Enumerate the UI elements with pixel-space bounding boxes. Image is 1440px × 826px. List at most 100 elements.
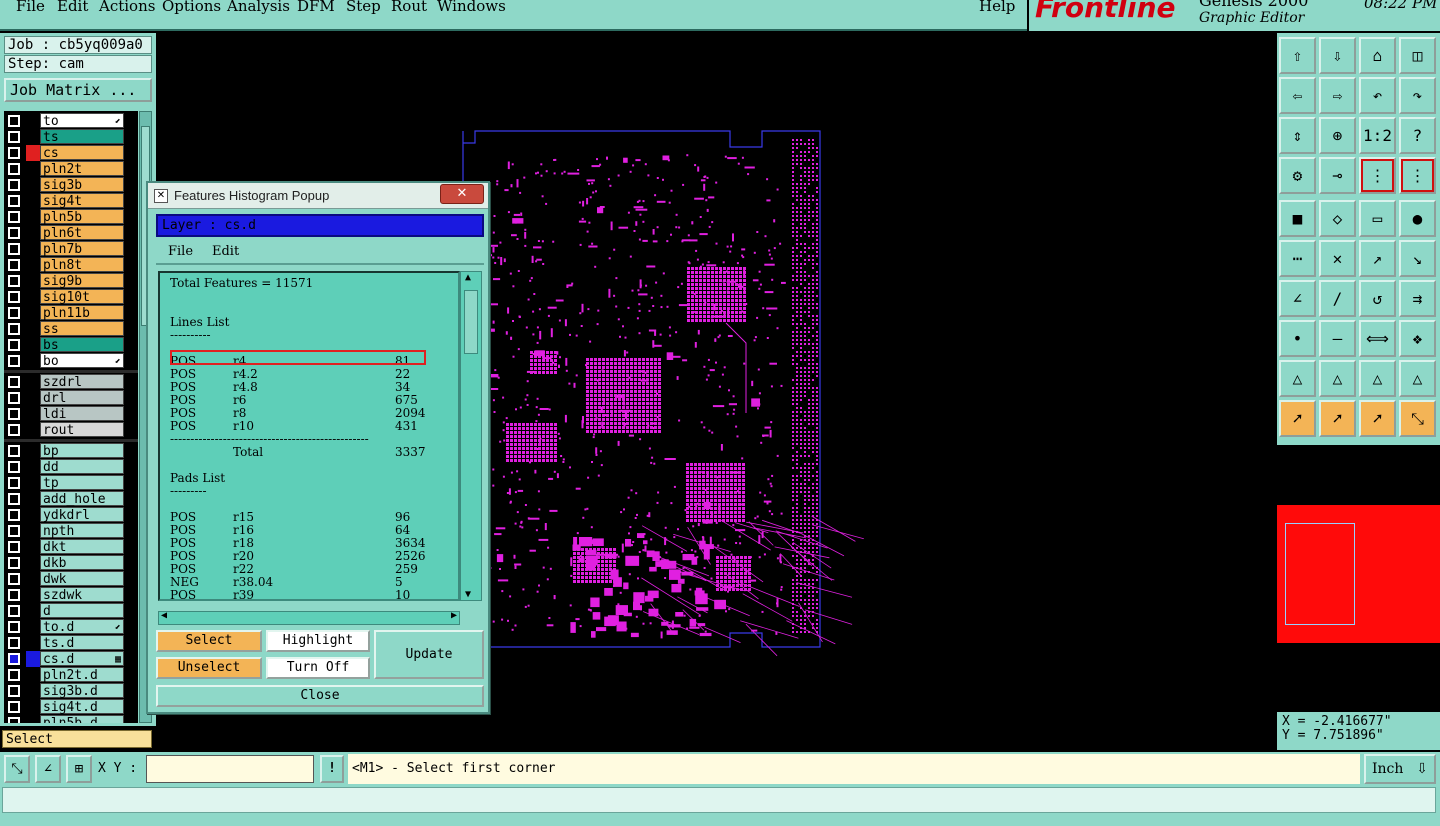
layer-name[interactable]: sig3b — [40, 177, 124, 193]
menu-windows[interactable]: Windows — [437, 0, 506, 15]
layer-checkbox[interactable] — [8, 131, 20, 143]
stack-alt-icon[interactable]: ⋮ — [1399, 157, 1436, 194]
layer-checkbox[interactable] — [8, 275, 20, 287]
layer-row[interactable]: ydkdrl — [4, 507, 138, 523]
undo-icon[interactable]: ↶ — [1359, 77, 1396, 114]
layer-name[interactable]: dkt — [40, 539, 124, 555]
popup-menu-edit[interactable]: Edit — [212, 244, 239, 259]
layer-checkbox[interactable] — [8, 227, 20, 239]
arc-icon[interactable]: △ — [1319, 360, 1356, 397]
layer-name[interactable]: ss — [40, 321, 124, 337]
layer-checkbox[interactable] — [8, 323, 20, 335]
layer-row[interactable]: pln11b — [4, 305, 138, 321]
layer-checkbox[interactable] — [8, 355, 20, 367]
highlight-button[interactable]: Highlight — [266, 630, 370, 652]
warning-button[interactable]: ! — [320, 755, 344, 783]
layer-name[interactable]: pln5b.d — [40, 715, 124, 723]
layer-name[interactable]: sig9b — [40, 273, 124, 289]
dash-icon[interactable]: — — [1319, 320, 1356, 357]
layer-row[interactable]: szdrl — [4, 374, 138, 390]
layer-row[interactable]: sig10t — [4, 289, 138, 305]
scroll-down-icon[interactable]: ▼ — [465, 589, 471, 600]
scroll-left-icon[interactable]: ◀ — [161, 610, 167, 621]
layer-name[interactable]: rout — [40, 422, 124, 438]
layer-row[interactable]: pln6t — [4, 225, 138, 241]
layer-checkbox[interactable] — [8, 669, 20, 681]
probe-icon[interactable]: ⊸ — [1319, 157, 1356, 194]
menu-actions[interactable]: Actions — [99, 0, 155, 15]
layer-checkbox[interactable] — [8, 243, 20, 255]
arch-icon[interactable]: △ — [1359, 360, 1396, 397]
layer-row[interactable]: add_hole — [4, 491, 138, 507]
layer-row[interactable]: bs — [4, 337, 138, 353]
layer-row[interactable]: d — [4, 603, 138, 619]
popup-menu-file[interactable]: File — [168, 244, 193, 259]
menu-help[interactable]: Help — [979, 0, 1015, 15]
layer-name[interactable]: dwk — [40, 571, 124, 587]
layer-name[interactable]: sig3b.d — [40, 683, 124, 699]
layer-row[interactable]: dkt — [4, 539, 138, 555]
layer-name[interactable]: sig4t — [40, 193, 124, 209]
layer-name[interactable]: to.d ⬋ — [40, 619, 124, 635]
fit-icon[interactable]: ⇕ — [1279, 117, 1316, 154]
layer-checkbox[interactable] — [8, 376, 20, 388]
scale-icon[interactable]: 1:2 — [1359, 117, 1396, 154]
layer-row[interactable]: tp — [4, 475, 138, 491]
layer-row[interactable]: sig4t.d — [4, 699, 138, 715]
window-icon[interactable]: ◫ — [1399, 37, 1436, 74]
menu-file[interactable]: File — [16, 0, 45, 15]
layer-checkbox[interactable] — [8, 163, 20, 175]
layer-row[interactable]: to.d ⬋ — [4, 619, 138, 635]
layer-row[interactable]: sig3b — [4, 177, 138, 193]
close-window-button[interactable]: ✕ — [440, 184, 484, 204]
menu-dfm[interactable]: DFM — [297, 0, 335, 15]
layer-row[interactable]: drl — [4, 390, 138, 406]
layer-row[interactable]: sig9b — [4, 273, 138, 289]
layer-name[interactable]: szdrl — [40, 374, 124, 390]
xy-input[interactable] — [146, 755, 314, 783]
layer-checkbox[interactable] — [8, 195, 20, 207]
net-icon[interactable]: ⋯ — [1279, 240, 1316, 277]
layer-name[interactable]: cs.d ▦ — [40, 651, 124, 667]
layer-name[interactable]: to ⬋ — [40, 113, 124, 129]
stack-icon[interactable]: ⋮ — [1359, 157, 1396, 194]
layer-name[interactable]: ldi — [40, 406, 124, 422]
menu-options[interactable]: Options — [162, 0, 221, 15]
layer-checkbox[interactable] — [8, 477, 20, 489]
update-button[interactable]: Update — [374, 630, 484, 679]
load-icon[interactable]: ⇧ — [1279, 37, 1316, 74]
scroll-right-icon[interactable]: ▶ — [451, 610, 457, 621]
popup-titlebar[interactable]: ✕ Features Histogram Popup ✕ — [148, 183, 488, 209]
scroll-up-icon[interactable]: ▲ — [465, 272, 471, 283]
layer-checkbox[interactable] — [8, 179, 20, 191]
home-icon[interactable]: ⌂ — [1359, 37, 1396, 74]
layer-checkbox[interactable] — [8, 408, 20, 420]
layer-row[interactable]: pln2t.d — [4, 667, 138, 683]
delete-icon[interactable]: ✕ — [1319, 240, 1356, 277]
triangle-icon[interactable]: △ — [1279, 360, 1316, 397]
scroll-thumb[interactable] — [464, 290, 478, 354]
layer-name[interactable]: drl — [40, 390, 124, 406]
layer-name[interactable]: bs — [40, 337, 124, 353]
ruler-icon[interactable]: ▭ — [1359, 200, 1396, 237]
measure-icon[interactable]: ⟺ — [1359, 320, 1396, 357]
layer-checkbox[interactable] — [8, 589, 20, 601]
resize-icon[interactable]: ⤡ — [1399, 400, 1436, 437]
rotate-icon[interactable]: ↺ — [1359, 280, 1396, 317]
layer-checkbox[interactable] — [8, 541, 20, 553]
layer-name[interactable]: ts — [40, 129, 124, 145]
layer-checkbox[interactable] — [8, 573, 20, 585]
select-pointer-icon[interactable]: ➚ — [1319, 400, 1356, 437]
close-button[interactable]: Close — [156, 685, 484, 707]
layer-checkbox[interactable] — [8, 424, 20, 436]
layer-name[interactable]: ts.d — [40, 635, 124, 651]
layer-name[interactable]: cs — [40, 145, 124, 161]
layer-checkbox[interactable] — [8, 392, 20, 404]
histogram-hscrollbar[interactable]: ◀ ▶ — [158, 610, 460, 625]
layer-name[interactable]: pln7b — [40, 241, 124, 257]
menu-edit[interactable]: Edit — [57, 0, 88, 15]
layer-row[interactable]: pln5b — [4, 209, 138, 225]
layer-row[interactable]: cs.d ▦ — [4, 651, 138, 667]
layer-row[interactable]: dwk — [4, 571, 138, 587]
layer-checkbox[interactable] — [8, 307, 20, 319]
